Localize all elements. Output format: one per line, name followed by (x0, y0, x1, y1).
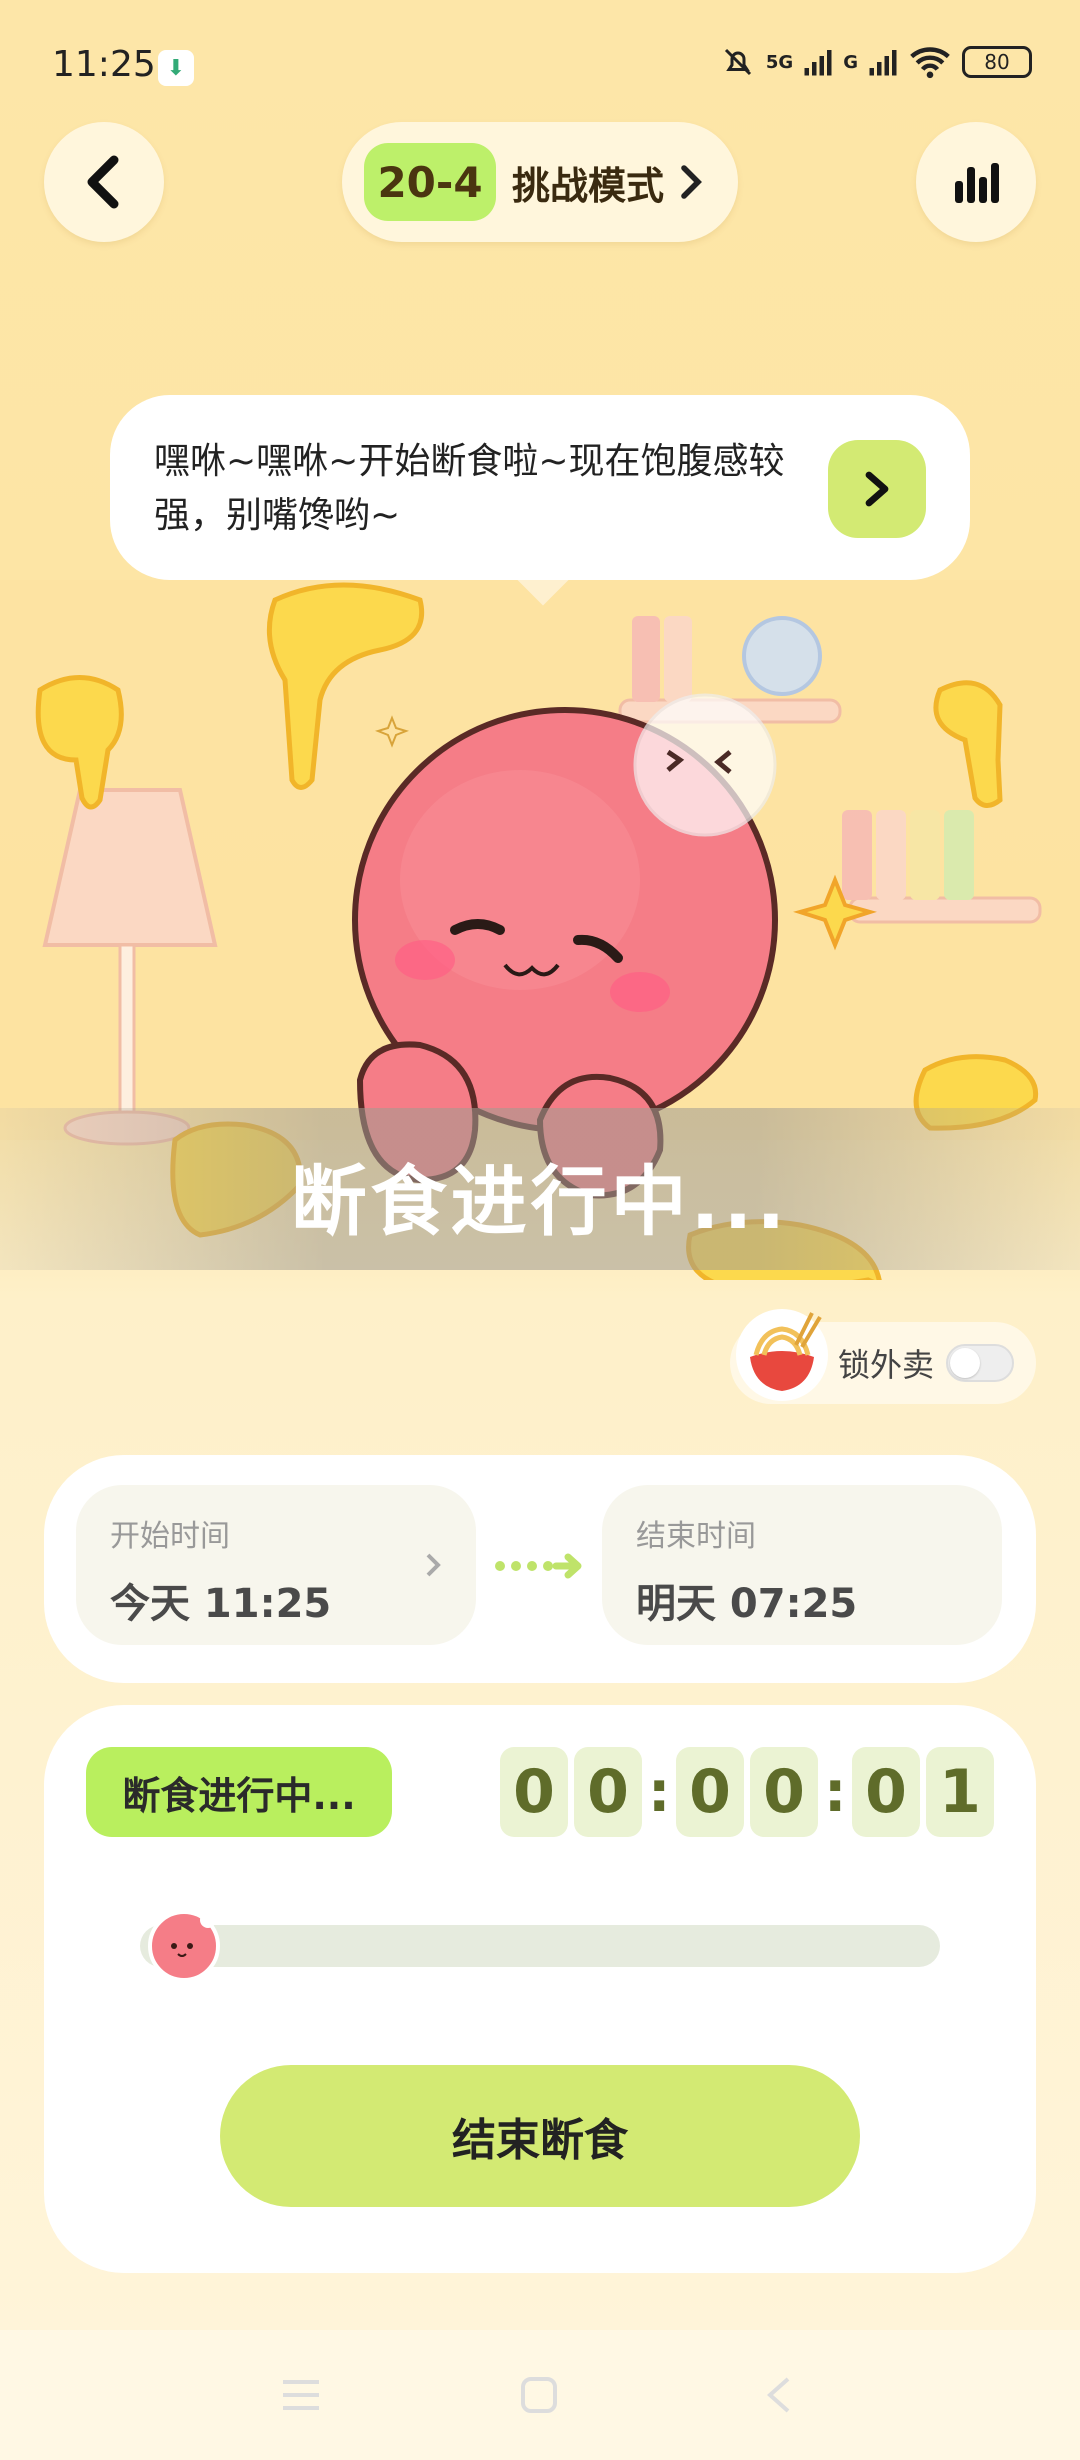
silent-bell-icon (724, 48, 751, 76)
dotted-arrow-icon (495, 1553, 582, 1579)
timer-digit: 0 (750, 1747, 818, 1837)
fasting-status-badge: 断食进行中... (86, 1747, 392, 1837)
start-time-value: 今天 11:25 (110, 1581, 332, 1627)
battery-icon: 80 (962, 46, 1032, 78)
nav-back-button[interactable] (734, 2330, 824, 2460)
fasting-time-card: 开始时间 今天 11:25 结束时间 明天 07:25 (44, 1455, 1036, 1683)
nav-home-button[interactable] (494, 2330, 584, 2460)
lock-takeout-label: 锁外卖 (838, 1346, 935, 1384)
home-square-icon (521, 2377, 557, 2413)
back-button[interactable] (44, 122, 164, 242)
end-fasting-button[interactable]: 结束断食 (220, 2065, 860, 2207)
challenge-mode-selector[interactable]: 20-4 挑战模式 (342, 122, 738, 242)
timer-separator: : (824, 1759, 847, 1825)
character-speech-bubble: 嘿咻~嘿咻~开始断食啦~现在饱腹感较强，别嘴馋哟~ (110, 395, 970, 580)
fasting-timer-card: 断食进行中... 0 0 : 0 0 : 0 1 结束断食 (44, 1705, 1036, 2273)
noodle-bowl-icon (736, 1309, 828, 1401)
timer-digit: 0 (500, 1747, 568, 1837)
statistics-button[interactable] (916, 122, 1036, 242)
status-icons: 5G G 80 (720, 44, 1032, 80)
signal-bars-icon (804, 50, 832, 76)
timer-digit: 1 (926, 1747, 994, 1837)
chevron-left-icon (87, 155, 119, 209)
lock-takeout-toggle[interactable] (946, 1344, 1014, 1382)
end-time-box: 结束时间 明天 07:25 (602, 1485, 1002, 1645)
app-notification-icon: ⬇ (158, 50, 194, 86)
menu-icon (283, 2380, 319, 2410)
elapsed-timer: 0 0 : 0 0 : 0 1 (500, 1747, 994, 1837)
bubble-next-button[interactable] (828, 440, 926, 538)
signal-g-label: G (843, 51, 858, 73)
nav-menu-button[interactable] (256, 2330, 346, 2460)
timer-digit: 0 (852, 1747, 920, 1837)
signal-bars-icon-2 (869, 50, 897, 76)
fasting-progress-bar (140, 1925, 940, 1967)
end-time-caption: 结束时间 (636, 1519, 756, 1554)
battery-level: 80 (984, 50, 1010, 74)
bar-chart-icon (955, 163, 999, 203)
timer-digit: 0 (676, 1747, 744, 1837)
chevron-right-icon (681, 165, 702, 199)
bubble-text: 嘿咻~嘿咻~开始断食啦~现在饱腹感较强，别嘴馋哟~ (154, 441, 785, 536)
toggle-knob (950, 1348, 980, 1378)
system-navigation-bar (0, 2330, 1080, 2460)
timer-separator: : (648, 1759, 671, 1825)
progress-character-icon (148, 1910, 220, 1982)
signal-5g-label: 5G (765, 51, 794, 73)
chevron-right-icon (426, 1553, 441, 1577)
wifi-icon (910, 47, 950, 79)
back-triangle-icon (766, 2377, 790, 2413)
timer-digit: 0 (574, 1747, 642, 1837)
end-time-value: 明天 07:25 (636, 1581, 858, 1627)
start-time-caption: 开始时间 (110, 1519, 230, 1554)
start-time-box[interactable]: 开始时间 今天 11:25 (76, 1485, 476, 1645)
mode-ratio-badge: 20-4 (364, 143, 496, 221)
status-time: 11:25 (52, 44, 156, 85)
chevron-right-icon (865, 471, 889, 507)
status-banner-text: 断食进行中... (290, 1157, 790, 1246)
mode-label: 挑战模式 (512, 163, 665, 208)
